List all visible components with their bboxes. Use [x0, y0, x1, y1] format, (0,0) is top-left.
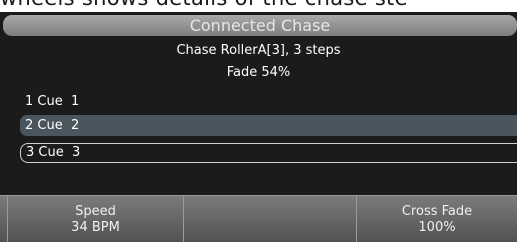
step-cue: 1 [71, 94, 80, 109]
speed-value: 34 BPM [71, 220, 120, 235]
chase-info: Chase RollerA[3], 3 steps [176, 43, 341, 58]
step-row[interactable]: 1 Cue 1 [20, 91, 517, 112]
step-number: 1 [25, 94, 34, 109]
cross-fade-button[interactable]: Cross Fade 100% [357, 196, 517, 242]
step-cue: 3 [72, 145, 81, 160]
step-row-active[interactable]: 2 Cue 2 [20, 115, 517, 136]
speed-title: Speed [75, 204, 116, 219]
step-label: Cue [38, 145, 64, 160]
step-label: Cue [37, 118, 63, 133]
fade-info: Fade 54% [226, 65, 291, 80]
speed-button[interactable]: Speed 34 BPM [8, 196, 183, 242]
step-cue: 2 [71, 118, 80, 133]
empty-softkey[interactable] [184, 196, 356, 242]
softkey-bar: Speed 34 BPM Cross Fade 100% [0, 195, 517, 242]
step-number: 2 [25, 118, 34, 133]
cross-fade-value: 100% [418, 220, 456, 235]
background-doc-text: wheels shows details of the chase ste [0, 0, 517, 12]
step-label: Cue [37, 94, 63, 109]
cross-fade-title: Cross Fade [401, 204, 473, 219]
step-row-next[interactable]: 3 Cue 3 [20, 143, 517, 163]
panel-title: Connected Chase [3, 15, 517, 36]
step-number: 3 [26, 145, 35, 160]
connected-chase-panel: Connected Chase Chase RollerA[3], 3 step… [0, 12, 517, 242]
cropped-text-line: wheels shows details of the chase ste [0, 0, 408, 10]
